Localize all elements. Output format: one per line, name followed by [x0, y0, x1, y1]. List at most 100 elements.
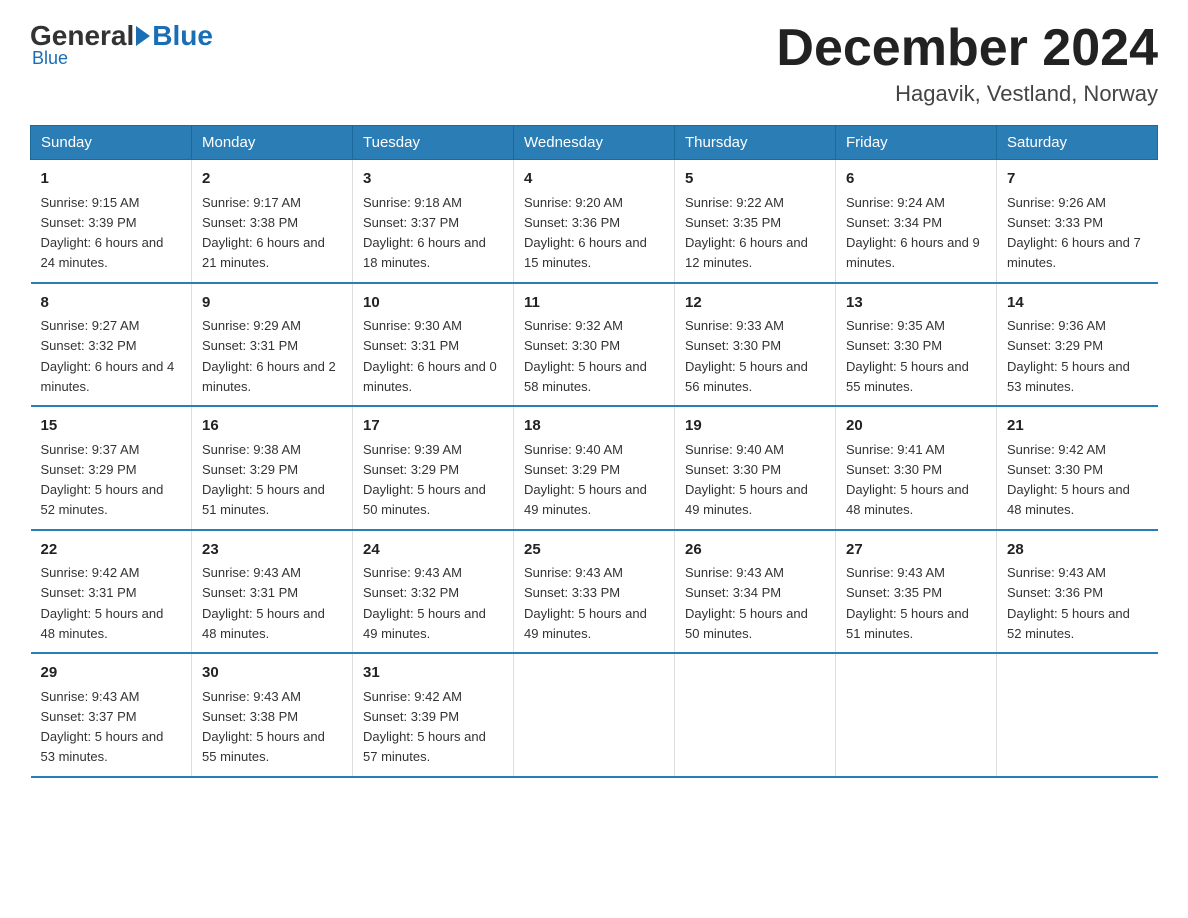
day-info: Sunrise: 9:15 AMSunset: 3:39 PMDaylight:…	[41, 195, 164, 271]
calendar-cell: 26 Sunrise: 9:43 AMSunset: 3:34 PMDayligh…	[675, 530, 836, 654]
column-header-thursday: Thursday	[675, 126, 836, 160]
calendar-cell: 25Sunrise: 9:43 AMSunset: 3:33 PMDayligh…	[514, 530, 675, 654]
day-info: Sunrise: 9:24 AMSunset: 3:34 PMDaylight:…	[846, 195, 980, 271]
day-info: Sunrise: 9:38 AMSunset: 3:29 PMDaylight:…	[202, 442, 325, 518]
calendar-cell: 10Sunrise: 9:30 AMSunset: 3:31 PMDayligh…	[353, 283, 514, 407]
day-info: Sunrise: 9:37 AMSunset: 3:29 PMDaylight:…	[41, 442, 164, 518]
day-number: 22	[41, 539, 182, 562]
calendar-cell: 3 Sunrise: 9:18 AMSunset: 3:37 PMDaylight…	[353, 160, 514, 283]
calendar-cell: 13 Sunrise: 9:35 AMSunset: 3:30 PMDayligh…	[836, 283, 997, 407]
day-number: 26	[685, 539, 825, 562]
calendar-cell	[997, 653, 1158, 777]
day-number: 15	[41, 415, 182, 438]
calendar-cell: 19Sunrise: 9:40 AMSunset: 3:30 PMDayligh…	[675, 406, 836, 530]
day-number: 4	[524, 168, 664, 191]
day-number: 13	[846, 292, 986, 315]
day-info: Sunrise: 9:43 AMSunset: 3:35 PMDaylight:…	[846, 565, 969, 641]
month-title: December 2024	[776, 20, 1158, 77]
day-info: Sunrise: 9:35 AMSunset: 3:30 PMDaylight:…	[846, 318, 969, 394]
calendar-week-row: 15 Sunrise: 9:37 AMSunset: 3:29 PMDayligh…	[31, 406, 1158, 530]
day-number: 16	[202, 415, 342, 438]
column-header-sunday: Sunday	[31, 126, 192, 160]
day-info: Sunrise: 9:41 AMSunset: 3:30 PMDaylight:…	[846, 442, 969, 518]
calendar-cell: 27Sunrise: 9:43 AMSunset: 3:35 PMDayligh…	[836, 530, 997, 654]
day-info: Sunrise: 9:29 AMSunset: 3:31 PMDaylight:…	[202, 318, 336, 394]
day-info: Sunrise: 9:32 AMSunset: 3:30 PMDaylight:…	[524, 318, 647, 394]
day-number: 25	[524, 539, 664, 562]
calendar-cell: 8 Sunrise: 9:27 AMSunset: 3:32 PMDaylight…	[31, 283, 192, 407]
day-info: Sunrise: 9:40 AMSunset: 3:29 PMDaylight:…	[524, 442, 647, 518]
day-info: Sunrise: 9:43 AMSunset: 3:32 PMDaylight:…	[363, 565, 486, 641]
calendar-cell	[675, 653, 836, 777]
calendar-cell: 12Sunrise: 9:33 AMSunset: 3:30 PMDayligh…	[675, 283, 836, 407]
calendar-cell: 29Sunrise: 9:43 AMSunset: 3:37 PMDayligh…	[31, 653, 192, 777]
day-info: Sunrise: 9:42 AMSunset: 3:31 PMDaylight:…	[41, 565, 164, 641]
title-block: December 2024 Hagavik, Vestland, Norway	[776, 20, 1158, 107]
calendar-cell: 30 Sunrise: 9:43 AMSunset: 3:38 PMDayligh…	[192, 653, 353, 777]
day-info: Sunrise: 9:42 AMSunset: 3:39 PMDaylight:…	[363, 689, 486, 765]
column-header-tuesday: Tuesday	[353, 126, 514, 160]
calendar-cell: 22 Sunrise: 9:42 AMSunset: 3:31 PMDayligh…	[31, 530, 192, 654]
calendar-cell: 17Sunrise: 9:39 AMSunset: 3:29 PMDayligh…	[353, 406, 514, 530]
day-info: Sunrise: 9:43 AMSunset: 3:36 PMDaylight:…	[1007, 565, 1130, 641]
page-header: General Blue Blue December 2024 Hagavik,…	[30, 20, 1158, 107]
calendar-week-row: 1 Sunrise: 9:15 AMSunset: 3:39 PMDaylight…	[31, 160, 1158, 283]
calendar-cell: 18 Sunrise: 9:40 AMSunset: 3:29 PMDayligh…	[514, 406, 675, 530]
calendar-cell: 31 Sunrise: 9:42 AMSunset: 3:39 PMDayligh…	[353, 653, 514, 777]
calendar-table: SundayMondayTuesdayWednesdayThursdayFrid…	[30, 125, 1158, 778]
day-number: 9	[202, 292, 342, 315]
calendar-cell: 9 Sunrise: 9:29 AMSunset: 3:31 PMDaylight…	[192, 283, 353, 407]
day-number: 1	[41, 168, 182, 191]
day-info: Sunrise: 9:43 AMSunset: 3:34 PMDaylight:…	[685, 565, 808, 641]
day-info: Sunrise: 9:36 AMSunset: 3:29 PMDaylight:…	[1007, 318, 1130, 394]
day-number: 6	[846, 168, 986, 191]
calendar-cell: 1 Sunrise: 9:15 AMSunset: 3:39 PMDaylight…	[31, 160, 192, 283]
calendar-cell: 11 Sunrise: 9:32 AMSunset: 3:30 PMDayligh…	[514, 283, 675, 407]
day-number: 5	[685, 168, 825, 191]
day-info: Sunrise: 9:17 AMSunset: 3:38 PMDaylight:…	[202, 195, 325, 271]
day-number: 17	[363, 415, 503, 438]
calendar-cell	[836, 653, 997, 777]
column-header-saturday: Saturday	[997, 126, 1158, 160]
day-info: Sunrise: 9:22 AMSunset: 3:35 PMDaylight:…	[685, 195, 808, 271]
day-info: Sunrise: 9:42 AMSunset: 3:30 PMDaylight:…	[1007, 442, 1130, 518]
calendar-cell: 15 Sunrise: 9:37 AMSunset: 3:29 PMDayligh…	[31, 406, 192, 530]
day-number: 8	[41, 292, 182, 315]
day-number: 12	[685, 292, 825, 315]
day-number: 23	[202, 539, 342, 562]
day-number: 7	[1007, 168, 1148, 191]
calendar-cell: 28 Sunrise: 9:43 AMSunset: 3:36 PMDayligh…	[997, 530, 1158, 654]
day-number: 28	[1007, 539, 1148, 562]
logo-blue-text: Blue	[152, 20, 213, 52]
day-info: Sunrise: 9:43 AMSunset: 3:31 PMDaylight:…	[202, 565, 325, 641]
calendar-cell: 21 Sunrise: 9:42 AMSunset: 3:30 PMDayligh…	[997, 406, 1158, 530]
logo: General Blue Blue	[30, 20, 213, 69]
day-info: Sunrise: 9:20 AMSunset: 3:36 PMDaylight:…	[524, 195, 647, 271]
day-info: Sunrise: 9:18 AMSunset: 3:37 PMDaylight:…	[363, 195, 486, 271]
calendar-cell: 2Sunrise: 9:17 AMSunset: 3:38 PMDaylight…	[192, 160, 353, 283]
calendar-cell: 7 Sunrise: 9:26 AMSunset: 3:33 PMDaylight…	[997, 160, 1158, 283]
calendar-cell: 14Sunrise: 9:36 AMSunset: 3:29 PMDayligh…	[997, 283, 1158, 407]
day-number: 31	[363, 662, 503, 685]
day-info: Sunrise: 9:43 AMSunset: 3:38 PMDaylight:…	[202, 689, 325, 765]
column-header-monday: Monday	[192, 126, 353, 160]
calendar-cell: 20 Sunrise: 9:41 AMSunset: 3:30 PMDayligh…	[836, 406, 997, 530]
day-number: 18	[524, 415, 664, 438]
logo-arrow-icon	[136, 26, 150, 46]
day-number: 3	[363, 168, 503, 191]
day-number: 20	[846, 415, 986, 438]
calendar-cell: 6 Sunrise: 9:24 AMSunset: 3:34 PMDaylight…	[836, 160, 997, 283]
calendar-cell	[514, 653, 675, 777]
calendar-cell: 5 Sunrise: 9:22 AMSunset: 3:35 PMDaylight…	[675, 160, 836, 283]
day-info: Sunrise: 9:30 AMSunset: 3:31 PMDaylight:…	[363, 318, 497, 394]
location-subtitle: Hagavik, Vestland, Norway	[776, 81, 1158, 107]
day-number: 21	[1007, 415, 1148, 438]
day-number: 30	[202, 662, 342, 685]
day-info: Sunrise: 9:27 AMSunset: 3:32 PMDaylight:…	[41, 318, 175, 394]
day-info: Sunrise: 9:43 AMSunset: 3:37 PMDaylight:…	[41, 689, 164, 765]
day-info: Sunrise: 9:40 AMSunset: 3:30 PMDaylight:…	[685, 442, 808, 518]
column-header-friday: Friday	[836, 126, 997, 160]
calendar-cell: 24Sunrise: 9:43 AMSunset: 3:32 PMDayligh…	[353, 530, 514, 654]
day-number: 11	[524, 292, 664, 315]
day-info: Sunrise: 9:26 AMSunset: 3:33 PMDaylight:…	[1007, 195, 1141, 271]
